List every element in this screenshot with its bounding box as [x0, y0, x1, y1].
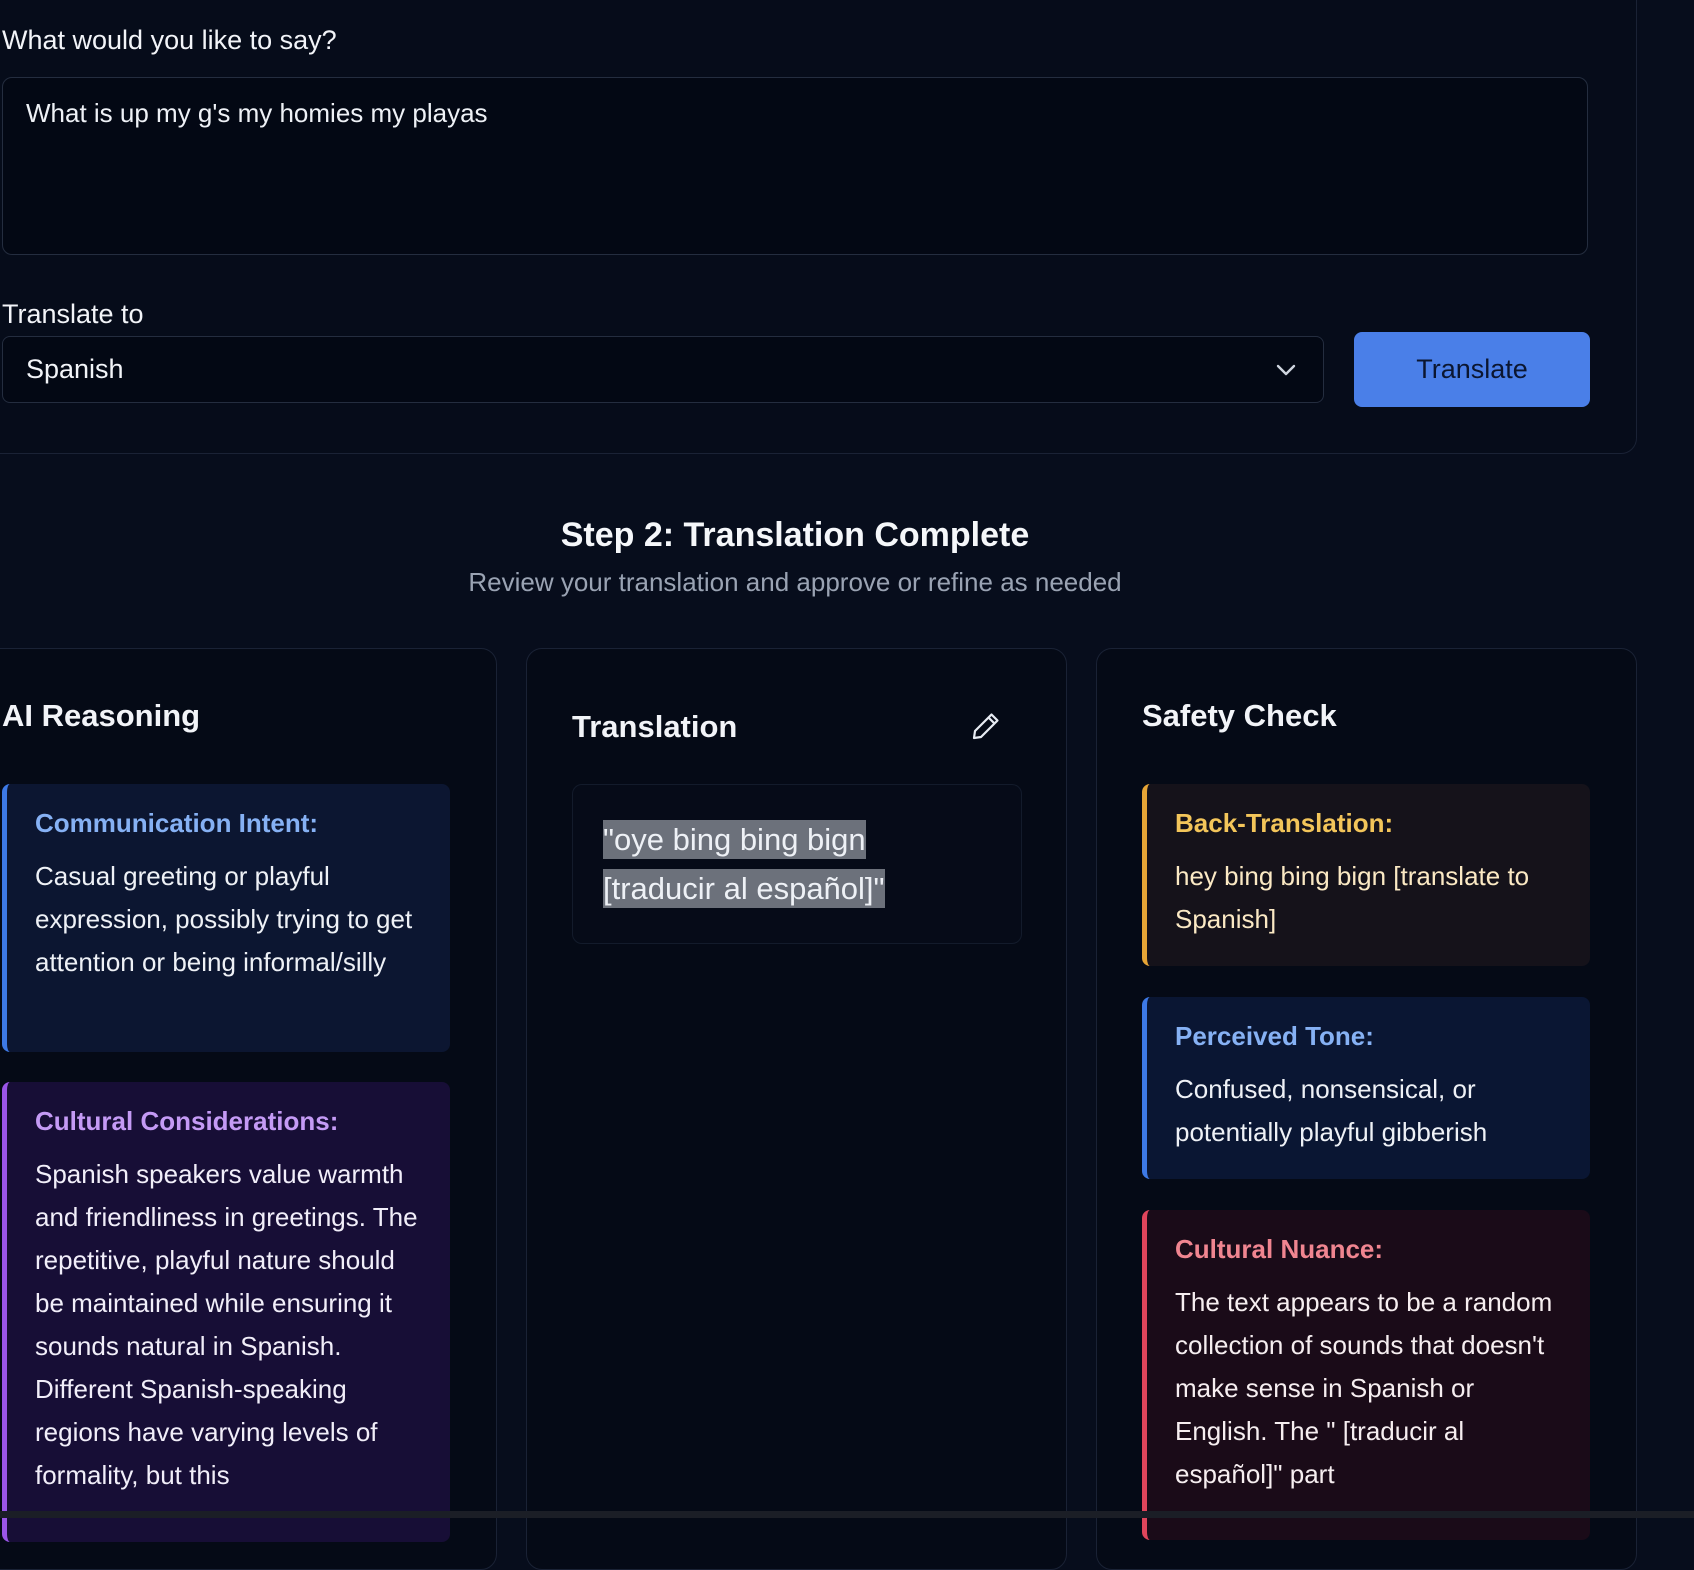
message-label: What would you like to say?: [2, 25, 337, 55]
back-translation-box: Back-Translation: hey bing bing bign [tr…: [1142, 784, 1590, 966]
tone-title: Perceived Tone:: [1175, 1021, 1374, 1051]
safety-heading: Safety Check: [1142, 698, 1337, 733]
back-translation-text: hey bing bing bign [translate to Spanish…: [1175, 861, 1530, 934]
tone-box: Perceived Tone: Confused, nonsensical, o…: [1142, 997, 1590, 1179]
cultural-text: Spanish speakers value warmth and friend…: [35, 1159, 418, 1490]
back-translation-title: Back-Translation:: [1175, 808, 1394, 838]
intent-text: Casual greeting or playful expression, p…: [35, 861, 413, 977]
intent-title: Communication Intent:: [35, 808, 319, 838]
language-label: Translate to: [2, 299, 144, 329]
message-text: What is up my g's my homies my playas: [26, 98, 488, 128]
message-textarea[interactable]: What is up my g's my homies my playas: [2, 77, 1588, 255]
step-subtitle: Review your translation and approve or r…: [468, 567, 1122, 597]
translation-output-box[interactable]: "oye bing bing bign [traducir al español…: [572, 784, 1022, 944]
cultural-box: Cultural Considerations: Spanish speaker…: [2, 1082, 450, 1542]
tone-text: Confused, nonsensical, or potentially pl…: [1175, 1074, 1488, 1147]
language-select[interactable]: Spanish: [2, 336, 1324, 403]
pencil-icon[interactable]: [970, 710, 1002, 742]
language-selected-value: Spanish: [26, 354, 124, 384]
step-title: Step 2: Translation Complete: [560, 516, 1030, 554]
bottom-edge: [0, 1511, 1694, 1518]
translation-text: "oye bing bing bign [traducir al español…: [603, 820, 885, 908]
nuance-box: Cultural Nuance: The text appears to be …: [1142, 1210, 1590, 1540]
nuance-title: Cultural Nuance:: [1175, 1234, 1384, 1264]
reasoning-heading: AI Reasoning: [2, 698, 201, 733]
chevron-down-icon: [1276, 364, 1296, 376]
nuance-text: The text appears to be a random collecti…: [1175, 1287, 1553, 1489]
intent-box: Communication Intent: Casual greeting or…: [2, 784, 450, 1052]
translate-button[interactable]: Translate: [1354, 332, 1590, 407]
cultural-title: Cultural Considerations:: [35, 1106, 339, 1136]
translation-heading: Translation: [572, 709, 738, 744]
